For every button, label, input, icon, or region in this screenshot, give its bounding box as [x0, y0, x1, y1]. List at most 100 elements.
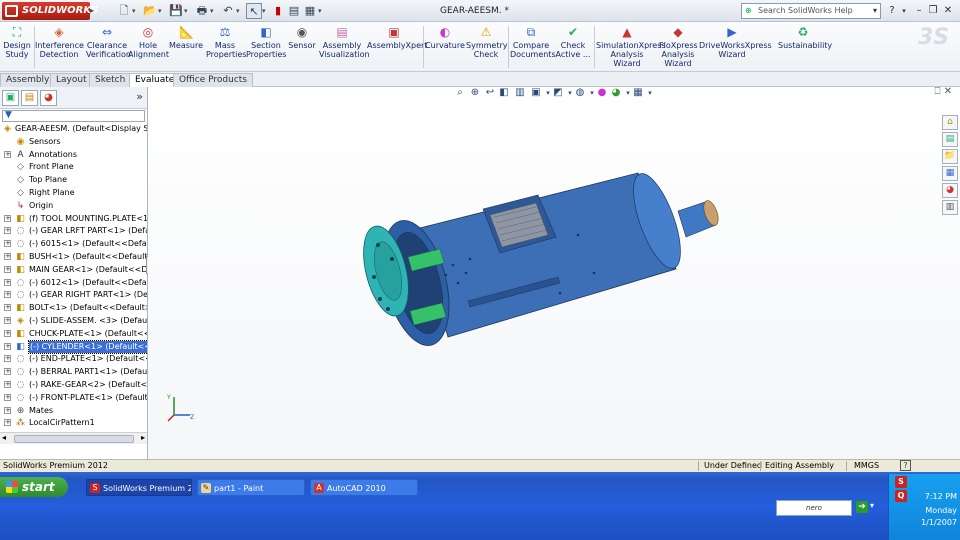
tree-node[interactable]: + ◌ (-) GEAR LRFT PART<1> (Default [0, 225, 147, 237]
assembly-visualization-button[interactable]: ▤ Assembly Visualization [319, 24, 370, 70]
tree-node[interactable]: + ◧ MAIN GEAR<1> (Default<<Defau [0, 264, 147, 276]
print-icon[interactable]: 🖶 [194, 3, 210, 19]
start-button[interactable]: start [0, 477, 68, 497]
custom-properties-icon[interactable]: ▥ [942, 200, 958, 215]
clearance-verification-button[interactable]: ⇔ Clearance Verification [86, 24, 131, 70]
save-icon[interactable]: 💾 [168, 3, 184, 19]
tree-node[interactable]: + ◌ (-) 6015<1> (Default<<Default>_ [0, 238, 147, 250]
taskbar-item-autocad[interactable]: A AutoCAD 2010 [310, 479, 418, 496]
graphics-area[interactable]: ⌕ ⊕ ↩ ◧ ▥ ▣ ▾ ◩ ▾ ◍ ▾ ● ◕ ▾ ▦ ▾ ⎕ ✕ Y Z … [148, 86, 960, 459]
chevron-down-icon[interactable]: ▾ [262, 3, 269, 19]
nero-search-box[interactable]: nero [776, 500, 852, 516]
tree-node[interactable]: + ◌ (-) BERRAL PART1<1> (Default<< [0, 366, 147, 378]
rebuild-icon[interactable]: ▮ [270, 3, 286, 19]
tree-node[interactable]: ◇ Top Plane [0, 174, 147, 186]
expand-icon[interactable]: + [4, 368, 11, 376]
chevron-down-icon[interactable]: ▾ [897, 3, 911, 19]
tree-node[interactable]: + ◌ (-) END-PLATE<1> (Default<<Def [0, 353, 147, 365]
expand-panel-icon[interactable]: » [136, 90, 143, 103]
expand-icon[interactable]: + [4, 329, 11, 337]
scroll-right-icon[interactable]: ▸ [141, 433, 145, 442]
expand-icon[interactable]: + [4, 240, 11, 248]
expand-icon[interactable]: + [4, 419, 11, 427]
solidworks-logo[interactable]: SOLIDWORKS [2, 2, 98, 20]
floxpress-button[interactable]: ◆ FloXpress Analysis Wizard [659, 24, 698, 70]
sustainability-button[interactable]: ♻ Sustainability [778, 24, 832, 70]
expand-icon[interactable]: + [4, 291, 11, 299]
expand-icon[interactable]: + [4, 304, 11, 312]
driveworksxpress-button[interactable]: ▶ DriveWorksXpress Wizard [699, 24, 772, 70]
chevron-down-icon[interactable]: ▾ [132, 3, 139, 19]
chevron-down-icon[interactable]: ▾ [210, 3, 217, 19]
home-icon[interactable]: ⌂ [942, 115, 958, 130]
compare-documents-button[interactable]: ⧉ Compare Documents [510, 24, 556, 70]
design-library-icon[interactable]: ▤ [942, 132, 958, 147]
design-study-button[interactable]: ⛶ Design Study [2, 24, 32, 70]
tree-node[interactable]: + ◧ (f) TOOL MOUNTING.PLATE<1> (I [0, 213, 147, 225]
tree-node[interactable]: + ◌ (-) FRONT-PLATE<1> (Default<< [0, 392, 147, 404]
tree-node[interactable]: + ◧ CHUCK-PLATE<1> (Default<<Def [0, 328, 147, 340]
expand-icon[interactable]: + [4, 355, 11, 363]
interference-detection-button[interactable]: ◈ Interference Detection [35, 24, 84, 70]
assemblyxpert-button[interactable]: ▣ AssemblyXpert [367, 24, 427, 70]
tab-sketch[interactable]: Sketch [89, 73, 132, 87]
symmetry-check-button[interactable]: ⚠ Symmetry Check [466, 24, 507, 70]
tree-node[interactable]: + ◌ (-) RAKE-GEAR<2> (Default<<De [0, 379, 147, 391]
tree-node[interactable]: + ⊕ Mates [0, 405, 147, 417]
view-palette-icon[interactable]: ▦ [942, 166, 958, 181]
curvature-button[interactable]: ◐ Curvature [425, 24, 465, 70]
expand-icon[interactable]: + [4, 406, 11, 414]
quicktime-tray-icon[interactable]: Q [895, 490, 907, 502]
expand-icon[interactable]: + [4, 317, 11, 324]
minimize-icon[interactable]: – [912, 3, 926, 19]
expand-icon[interactable]: + [4, 393, 11, 401]
search-go-icon[interactable]: ➔ [856, 501, 868, 513]
display-manager-tab-icon[interactable]: ◕ [40, 90, 57, 106]
simulationxpress-button[interactable]: ▲ SimulationXpress Analysis Wizard [596, 24, 666, 70]
section-properties-button[interactable]: ◧ Section Properties [246, 24, 286, 70]
tree-node[interactable]: + ◈ (-) SLIDE-ASSEM. <3> (Default<Di [0, 315, 147, 327]
tree-node[interactable]: + ◧ BUSH<1> (Default<<Default>_Di [0, 251, 147, 263]
scroll-left-icon[interactable]: ◂ [2, 433, 6, 442]
clock-time[interactable]: 7:12 PM [907, 492, 957, 501]
chevron-down-icon[interactable]: ▾ [236, 3, 243, 19]
property-manager-tab-icon[interactable]: ▤ [21, 90, 38, 106]
assembly-model-view[interactable] [148, 87, 960, 459]
help-icon[interactable]: ? [900, 460, 911, 471]
tree-node[interactable]: ◇ Right Plane [0, 187, 147, 199]
chevron-down-icon[interactable]: ▾ [158, 3, 165, 19]
tab-office-products[interactable]: Office Products [173, 73, 253, 87]
tree-root-assembly[interactable]: ◈ GEAR-AEESM. (Default<Display State [0, 123, 147, 135]
taskbar-item-solidworks[interactable]: S SolidWorks Premium 2... [86, 479, 192, 496]
expand-icon[interactable]: + [4, 253, 11, 260]
sensor-button[interactable]: ◉ Sensor [287, 24, 317, 70]
expand-icon[interactable]: + [4, 381, 11, 388]
tree-node[interactable]: ◉ Sensors [0, 136, 147, 148]
tree-node[interactable]: + ◧ BOLT<1> (Default<<Default>_De [0, 302, 147, 314]
tree-node[interactable]: ↳ Origin [0, 200, 147, 212]
tree-filter-input[interactable]: ▼ [2, 110, 145, 122]
tab-layout[interactable]: Layout [50, 73, 93, 87]
restore-icon[interactable]: ❐ [926, 3, 940, 19]
expand-icon[interactable]: + [4, 342, 11, 350]
tree-node[interactable]: + A Annotations [0, 149, 147, 161]
mass-properties-button[interactable]: ⚖ Mass Properties [206, 24, 246, 70]
scrollbar-thumb[interactable] [14, 435, 134, 443]
cylinder-part[interactable] [415, 168, 690, 338]
file-properties-icon[interactable]: ▤ [286, 3, 302, 19]
unit-system[interactable]: MMGS [854, 460, 879, 472]
taskbar-item-paint[interactable]: ✎ part1 - Paint [197, 479, 305, 496]
help-search-input[interactable]: ⊕ Search SolidWorks Help ▾ [741, 3, 881, 19]
tree-horizontal-scrollbar[interactable]: ◂ ▸ [0, 432, 147, 444]
expand-icon[interactable]: + [4, 150, 11, 158]
tree-node[interactable]: + ◧(-) CYLENDER<1> (Default<<Def [0, 339, 147, 354]
measure-button[interactable]: 📐 Measure [169, 24, 203, 70]
menu-arrow-icon[interactable]: ▸ [90, 2, 98, 20]
undo-icon[interactable]: ↶ [220, 3, 236, 19]
expand-icon[interactable]: + [4, 214, 11, 222]
expand-icon[interactable]: + [4, 265, 11, 273]
open-folder-icon[interactable]: 📂 [142, 3, 158, 19]
tree-node[interactable]: + ◌ (-) 6012<1> (Default<<Default>_ [0, 277, 147, 289]
chevron-down-icon[interactable]: ▾ [318, 3, 325, 19]
tree-node[interactable]: + ⁂ LocalCirPattern1 [0, 417, 147, 429]
